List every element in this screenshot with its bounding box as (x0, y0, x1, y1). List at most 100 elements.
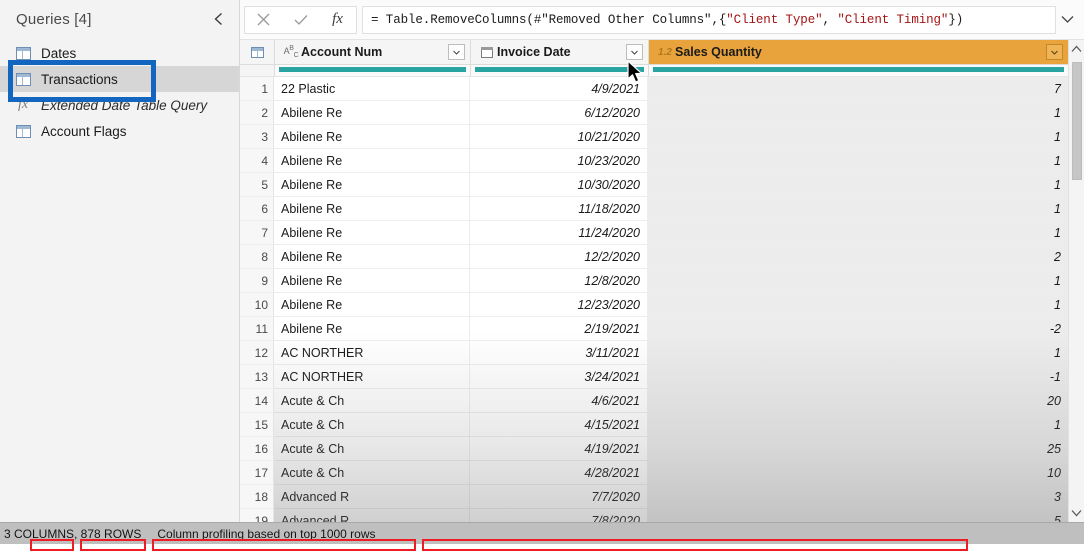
table-row[interactable]: 11 Abilene Re 2/19/2021 -2 (240, 317, 1068, 341)
fx-icon[interactable]: fx (319, 7, 356, 33)
cell-invoice-date[interactable]: 12/23/2020 (470, 293, 648, 316)
cell-invoice-date[interactable]: 4/9/2021 (470, 77, 648, 100)
quality-bar-account-num[interactable] (275, 65, 471, 76)
cell-account-num[interactable]: AC NORTHER (274, 341, 470, 364)
scrollbar-thumb[interactable] (1072, 62, 1082, 180)
cell-invoice-date[interactable]: 11/18/2020 (470, 197, 648, 220)
cell-invoice-date[interactable]: 11/24/2020 (470, 221, 648, 244)
sidebar-item-account-flags[interactable]: Account Flags (0, 118, 239, 144)
table-row[interactable]: 17 Acute & Ch 4/28/2021 10 (240, 461, 1068, 485)
cell-sales-quantity[interactable]: 7 (648, 77, 1068, 100)
cell-invoice-date[interactable]: 7/8/2020 (470, 509, 648, 522)
cell-account-num[interactable]: Abilene Re (274, 293, 470, 316)
cell-sales-quantity[interactable]: 25 (648, 437, 1068, 460)
table-row[interactable]: 13 AC NORTHER 3/24/2021 -1 (240, 365, 1068, 389)
chevron-down-icon[interactable] (1069, 504, 1084, 522)
cell-account-num[interactable]: Abilene Re (274, 149, 470, 172)
column-header-sales-quantity[interactable]: 1.2 Sales Quantity (649, 40, 1068, 64)
table-row[interactable]: 18 Advanced R 7/7/2020 3 (240, 485, 1068, 509)
cell-invoice-date[interactable]: 4/28/2021 (470, 461, 648, 484)
table-row[interactable]: 14 Acute & Ch 4/6/2021 20 (240, 389, 1068, 413)
cell-account-num[interactable]: Abilene Re (274, 221, 470, 244)
select-all-table-icon[interactable] (240, 40, 275, 64)
table-row[interactable]: 9 Abilene Re 12/8/2020 1 (240, 269, 1068, 293)
cell-invoice-date[interactable]: 6/12/2020 (470, 101, 648, 124)
formula-input[interactable]: = Table.RemoveColumns(#"Removed Other Co… (362, 5, 1056, 34)
cell-account-num[interactable]: Acute & Ch (274, 413, 470, 436)
cell-account-num[interactable]: Abilene Re (274, 317, 470, 340)
cell-sales-quantity[interactable]: 10 (648, 461, 1068, 484)
cell-account-num[interactable]: Acute & Ch (274, 389, 470, 412)
cell-invoice-date[interactable]: 10/30/2020 (470, 173, 648, 196)
quality-bar-sales-quantity[interactable] (649, 65, 1068, 76)
cell-invoice-date[interactable]: 4/19/2021 (470, 437, 648, 460)
table-row[interactable]: 6 Abilene Re 11/18/2020 1 (240, 197, 1068, 221)
cell-sales-quantity[interactable]: 1 (648, 101, 1068, 124)
chevron-down-icon[interactable] (1056, 15, 1078, 24)
sidebar-item-dates[interactable]: Dates (0, 40, 239, 66)
table-row[interactable]: 16 Acute & Ch 4/19/2021 25 (240, 437, 1068, 461)
close-icon[interactable] (245, 7, 282, 33)
table-row[interactable]: 10 Abilene Re 12/23/2020 1 (240, 293, 1068, 317)
sidebar-item-transactions[interactable]: Transactions (0, 66, 239, 92)
table-row[interactable]: 2 Abilene Re 6/12/2020 1 (240, 101, 1068, 125)
table-row[interactable]: 8 Abilene Re 12/2/2020 2 (240, 245, 1068, 269)
cell-sales-quantity[interactable]: 1 (648, 221, 1068, 244)
cell-account-num[interactable]: Acute & Ch (274, 437, 470, 460)
quality-bar-invoice-date[interactable] (471, 65, 649, 76)
table-row[interactable]: 3 Abilene Re 10/21/2020 1 (240, 125, 1068, 149)
column-header-account-num[interactable]: ABC Account Num (275, 40, 471, 64)
cell-invoice-date[interactable]: 12/8/2020 (470, 269, 648, 292)
cell-account-num[interactable]: Abilene Re (274, 101, 470, 124)
cell-account-num[interactable]: 22 Plastic (274, 77, 470, 100)
column-filter-button-invoice-date[interactable] (626, 44, 643, 60)
table-row[interactable]: 7 Abilene Re 11/24/2020 1 (240, 221, 1068, 245)
cell-account-num[interactable]: Abilene Re (274, 125, 470, 148)
checkmark-icon[interactable] (282, 7, 319, 33)
table-row[interactable]: 19 Advanced R 7/8/2020 5 (240, 509, 1068, 522)
cell-invoice-date[interactable]: 10/23/2020 (470, 149, 648, 172)
cell-sales-quantity[interactable]: 1 (648, 125, 1068, 148)
cell-account-num[interactable]: AC NORTHER (274, 365, 470, 388)
cell-sales-quantity[interactable]: 1 (648, 293, 1068, 316)
column-filter-button-sales-quantity[interactable] (1046, 44, 1063, 60)
cell-account-num[interactable]: Abilene Re (274, 269, 470, 292)
sidebar-item-extended-date-table-query[interactable]: fx Extended Date Table Query (0, 92, 239, 118)
cell-invoice-date[interactable]: 4/15/2021 (470, 413, 648, 436)
cell-sales-quantity[interactable]: 20 (648, 389, 1068, 412)
cell-account-num[interactable]: Acute & Ch (274, 461, 470, 484)
table-row[interactable]: 15 Acute & Ch 4/15/2021 1 (240, 413, 1068, 437)
cell-sales-quantity[interactable]: 1 (648, 197, 1068, 220)
cell-invoice-date[interactable]: 12/2/2020 (470, 245, 648, 268)
chevron-up-icon[interactable] (1069, 40, 1084, 58)
cell-sales-quantity[interactable]: 1 (648, 341, 1068, 364)
cell-sales-quantity[interactable]: 1 (648, 269, 1068, 292)
cell-invoice-date[interactable]: 3/11/2021 (470, 341, 648, 364)
cell-account-num[interactable]: Advanced R (274, 485, 470, 508)
cell-account-num[interactable]: Abilene Re (274, 245, 470, 268)
cell-sales-quantity[interactable]: 1 (648, 413, 1068, 436)
cell-sales-quantity[interactable]: 5 (648, 509, 1068, 522)
cell-sales-quantity[interactable]: -1 (648, 365, 1068, 388)
table-row[interactable]: 4 Abilene Re 10/23/2020 1 (240, 149, 1068, 173)
cell-sales-quantity[interactable]: 2 (648, 245, 1068, 268)
table-row[interactable]: 1 22 Plastic 4/9/2021 7 (240, 77, 1068, 101)
column-filter-button-account-num[interactable] (448, 44, 465, 60)
cell-sales-quantity[interactable]: -2 (648, 317, 1068, 340)
column-header-invoice-date[interactable]: Invoice Date (471, 40, 649, 64)
cell-invoice-date[interactable]: 3/24/2021 (470, 365, 648, 388)
cell-sales-quantity[interactable]: 3 (648, 485, 1068, 508)
cell-invoice-date[interactable]: 2/19/2021 (470, 317, 648, 340)
cell-account-num[interactable]: Advanced R (274, 509, 470, 522)
cell-account-num[interactable]: Abilene Re (274, 197, 470, 220)
cell-invoice-date[interactable]: 10/21/2020 (470, 125, 648, 148)
table-row[interactable]: 12 AC NORTHER 3/11/2021 1 (240, 341, 1068, 365)
cell-sales-quantity[interactable]: 1 (648, 173, 1068, 196)
vertical-scrollbar[interactable] (1068, 40, 1084, 522)
cell-sales-quantity[interactable]: 1 (648, 149, 1068, 172)
chevron-left-icon[interactable] (209, 10, 227, 28)
cell-account-num[interactable]: Abilene Re (274, 173, 470, 196)
cell-invoice-date[interactable]: 7/7/2020 (470, 485, 648, 508)
table-row[interactable]: 5 Abilene Re 10/30/2020 1 (240, 173, 1068, 197)
cell-invoice-date[interactable]: 4/6/2021 (470, 389, 648, 412)
